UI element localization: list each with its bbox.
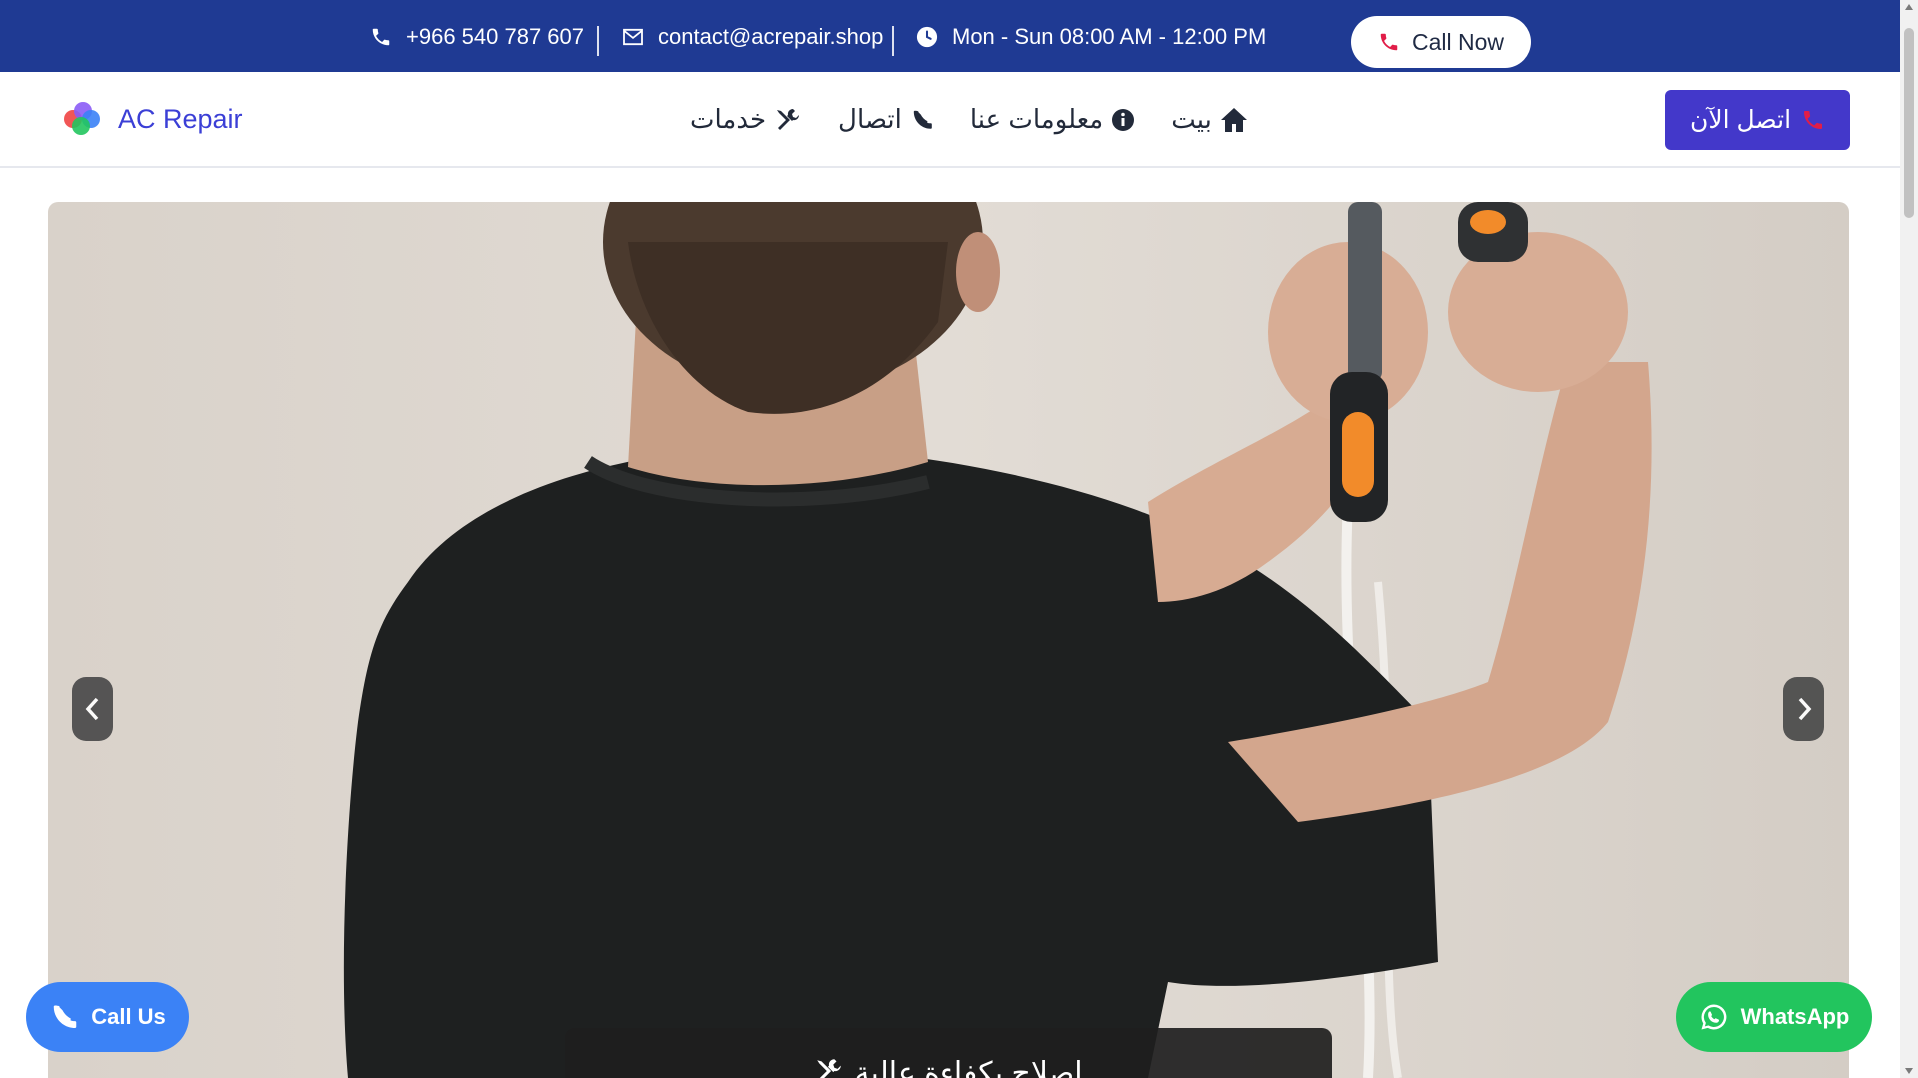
menu-item-about[interactable]: معلومات عنا (970, 104, 1135, 135)
scroll-up-arrow[interactable] (1905, 4, 1913, 10)
menu-item-home[interactable]: بيت (1171, 104, 1248, 135)
chevron-right-icon (1798, 697, 1811, 721)
phone-icon (913, 110, 932, 129)
slide-caption-text: إصلاح بكفاءة عالية (854, 1057, 1083, 1078)
menu-item-label: بيت (1171, 104, 1212, 134)
info-icon (1112, 108, 1135, 131)
tools-icon (777, 108, 800, 130)
tools-icon (817, 1059, 842, 1078)
divider (892, 26, 894, 56)
scroll-down-arrow[interactable] (1905, 1068, 1913, 1074)
topbar-phone[interactable]: +966 540 787 607 (370, 24, 584, 50)
menu-item-label: اتصال (838, 104, 902, 134)
cta-label: اتصل الآن (1689, 106, 1792, 134)
slide-caption: إصلاح بكفاءة عالية (565, 1028, 1332, 1078)
whatsapp-floating-button[interactable]: WhatsApp (1676, 982, 1872, 1052)
whatsapp-icon (1701, 1004, 1727, 1030)
slider-prev-button[interactable] (72, 677, 113, 741)
scroll-thumb[interactable] (1904, 28, 1914, 218)
call-now-button[interactable]: Call Now (1351, 16, 1531, 68)
main-menu: بيت معلومات عنا اتصال خدمات (690, 104, 1248, 135)
menu-item-label: خدمات (690, 104, 767, 134)
envelope-icon (623, 28, 643, 46)
phone-icon (372, 28, 390, 46)
menu-item-contact[interactable]: اتصال (838, 104, 934, 135)
divider (597, 26, 599, 56)
menu-item-label: معلومات عنا (969, 104, 1104, 134)
phone-icon (1804, 111, 1823, 129)
topbar-hours: Mon - Sun 08:00 AM - 12:00 PM (916, 24, 1266, 50)
call-now-label: Call Now (1411, 28, 1505, 55)
menu-item-services[interactable]: خدمات (690, 104, 802, 135)
main-navbar: AC Repair بيت معلومات عنا اتصال خدمات ات… (0, 72, 1900, 168)
chevron-left-icon (85, 697, 98, 721)
logo-icon (64, 102, 102, 136)
home-icon (1220, 107, 1247, 132)
clock-icon (916, 26, 938, 48)
top-info-bar: +966 540 787 607 contact@acrepair.shop M… (0, 0, 1900, 72)
slider-next-button[interactable] (1783, 677, 1824, 741)
hero-image (343, 202, 1652, 1078)
brand-name: AC Repair (118, 103, 243, 134)
topbar-email-text: contact@acrepair.shop (658, 24, 884, 49)
brand-logo[interactable]: AC Repair (64, 102, 243, 136)
phone-icon (1380, 33, 1398, 51)
whatsapp-label: WhatsApp (1740, 1004, 1850, 1029)
phone-icon (53, 1005, 77, 1028)
topbar-phone-text: +966 540 787 607 (406, 24, 585, 49)
call-us-label: Call Us (91, 1004, 166, 1029)
page-scrollbar[interactable] (1900, 0, 1918, 1078)
hero-slider: إصلاح بكفاءة عالية (48, 202, 1849, 1078)
topbar-email[interactable]: contact@acrepair.shop (622, 24, 883, 50)
call-us-floating-button[interactable]: Call Us (26, 982, 189, 1052)
topbar-hours-text: Mon - Sun 08:00 AM - 12:00 PM (952, 24, 1267, 49)
call-now-arabic-button[interactable]: اتصل الآن (1665, 90, 1850, 150)
